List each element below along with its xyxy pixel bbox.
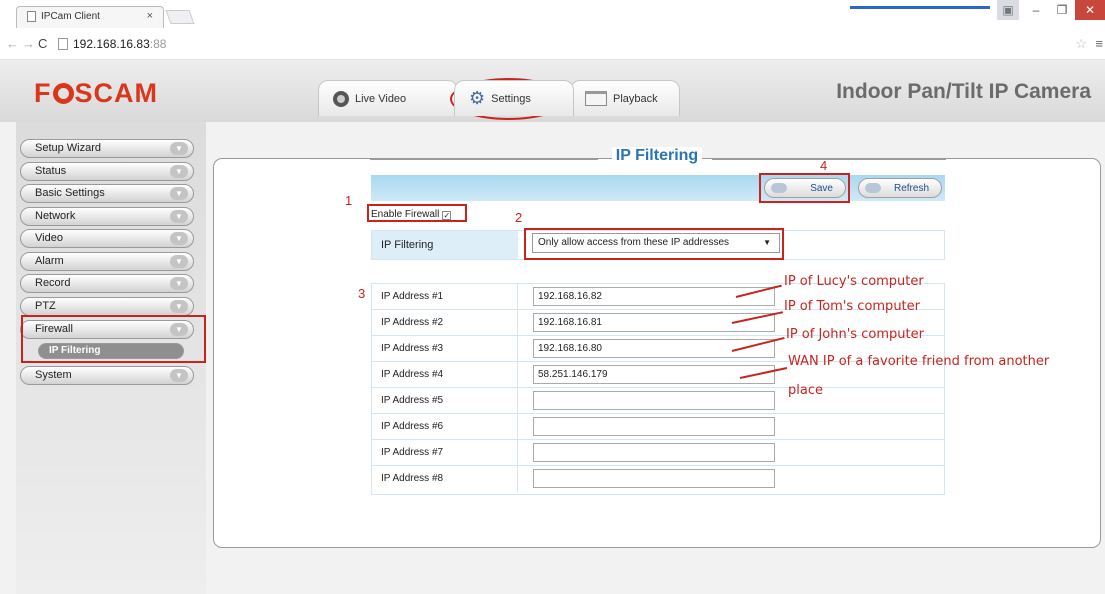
sidebar-item-ptz[interactable]: PTZ ▼ [20,297,194,316]
annotation-number-2: 2 [515,210,523,225]
enable-firewall-highlight-box [367,204,467,222]
browser-tab[interactable]: IPCam Client × [16,6,164,28]
tab-label: Playback [613,92,658,105]
loading-bar [850,6,990,9]
table-row: IP Address #5 [372,388,944,414]
new-tab-button[interactable] [165,10,195,24]
sidebar-item-record[interactable]: Record ▼ [20,274,194,293]
annotation-note-john: IP of John's computer [786,327,924,342]
ip-label: IP Address #4 [372,362,518,388]
ip-label: IP Address #6 [372,414,518,440]
annotation-number-4: 4 [820,158,828,173]
annotation-number-3: 3 [358,286,366,301]
back-arrow-icon[interactable]: ← [6,36,19,51]
tab-title: IPCam Client [41,11,100,22]
close-window-button[interactable]: ✕ [1075,0,1105,20]
annotation-number-1: 1 [345,193,353,208]
sidebar-item-system[interactable]: System ▼ [20,366,194,385]
ip-label: IP Address #7 [372,440,518,466]
url-field[interactable]: 192.168.16.83:88 [58,37,166,51]
maximize-button[interactable]: ❐ [1049,0,1075,20]
user-icon[interactable]: ▣ [997,0,1019,20]
firewall-highlight-box [21,315,206,363]
chevron-down-icon: ▼ [170,210,188,223]
chevron-down-icon: ▼ [170,300,188,313]
ip-label: IP Address #2 [372,310,518,336]
address-bar: ← → C 192.168.16.83:88 ☆ ≡ [0,28,1105,60]
sidebar-item-setup-wizard[interactable]: Setup Wizard ▼ [20,139,194,158]
bookmark-star-icon[interactable]: ☆ [1075,36,1087,52]
chevron-down-icon: ▼ [170,369,188,382]
gear-icon: ⚙ [469,88,486,108]
menu-icon[interactable]: ≡ [1095,36,1103,51]
ip-label: IP Address #3 [372,336,518,362]
annotation-note-lucy: IP of Lucy's computer [784,274,924,289]
chevron-down-icon: ▼ [170,142,188,155]
tab-playback[interactable]: Playback [570,80,680,116]
page-icon [27,11,36,22]
browser-tab-bar: IPCam Client × ▣ – ❐ ✕ [0,0,1105,28]
chevron-down-icon: ▼ [170,255,188,268]
ip-address-4-input[interactable]: 58.251.146.179 [533,365,775,384]
app-header: F SCAM Live Video ⚙ Settings Playback Ind… [0,60,1105,122]
tab-label: Live Video [355,92,407,105]
table-row: IP Address #8 [372,466,944,492]
save-highlight-box [759,173,850,203]
tab-close-icon[interactable]: × [147,10,153,22]
ip-filtering-label: IP Filtering [372,231,518,259]
chevron-down-icon: ▼ [170,232,188,245]
annotation-note-friend: WAN IP of a favorite friend from another [788,354,1050,369]
minimize-button[interactable]: – [1023,0,1049,20]
camera-icon [333,90,349,107]
annotation-note-tom: IP of Tom's computer [784,299,920,314]
ip-label: IP Address #8 [372,466,518,492]
table-row: IP Address #7 [372,440,944,466]
ip-address-8-input[interactable] [533,469,775,488]
foscam-logo: F SCAM [34,78,158,108]
tab-label: Settings [491,92,531,105]
url-port: :88 [149,37,167,51]
tab-settings[interactable]: ⚙ Settings [454,80,574,116]
ip-address-6-input[interactable] [533,417,775,436]
sidebar-item-basic-settings[interactable]: Basic Settings ▼ [20,184,194,203]
sidebar-item-alarm[interactable]: Alarm ▼ [20,252,194,271]
url-host: 192.168.16.83 [73,37,150,51]
page-icon [58,38,68,50]
table-row: IP Address #6 [372,414,944,440]
annotation-note-place: place [788,383,823,398]
ip-label: IP Address #1 [372,284,518,310]
playback-icon [585,91,607,106]
page-title: IP Filtering [213,147,1101,165]
chevron-down-icon: ▼ [170,165,188,178]
sidebar-item-status[interactable]: Status ▼ [20,162,194,181]
forward-arrow-icon[interactable]: → [22,36,35,51]
tab-live-video[interactable]: Live Video [318,80,458,116]
refresh-icon [865,183,881,193]
window-controls: ▣ – ❐ ✕ [997,0,1105,22]
ip-address-7-input[interactable] [533,443,775,462]
ip-address-5-input[interactable] [533,391,775,410]
ip-label: IP Address #5 [372,388,518,414]
ip-address-table: IP Address #1 192.168.16.82 IP Address #2… [371,283,945,495]
camera-model-title: Indoor Pan/Tilt IP Camera [836,80,1091,103]
reload-icon[interactable]: C [38,36,47,51]
refresh-button[interactable]: Refresh [858,178,942,198]
filter-select-highlight-box [524,228,784,260]
sidebar-item-video[interactable]: Video ▼ [20,229,194,248]
sidebar-item-network[interactable]: Network ▼ [20,207,194,226]
chevron-down-icon: ▼ [170,187,188,200]
chevron-down-icon: ▼ [170,277,188,290]
